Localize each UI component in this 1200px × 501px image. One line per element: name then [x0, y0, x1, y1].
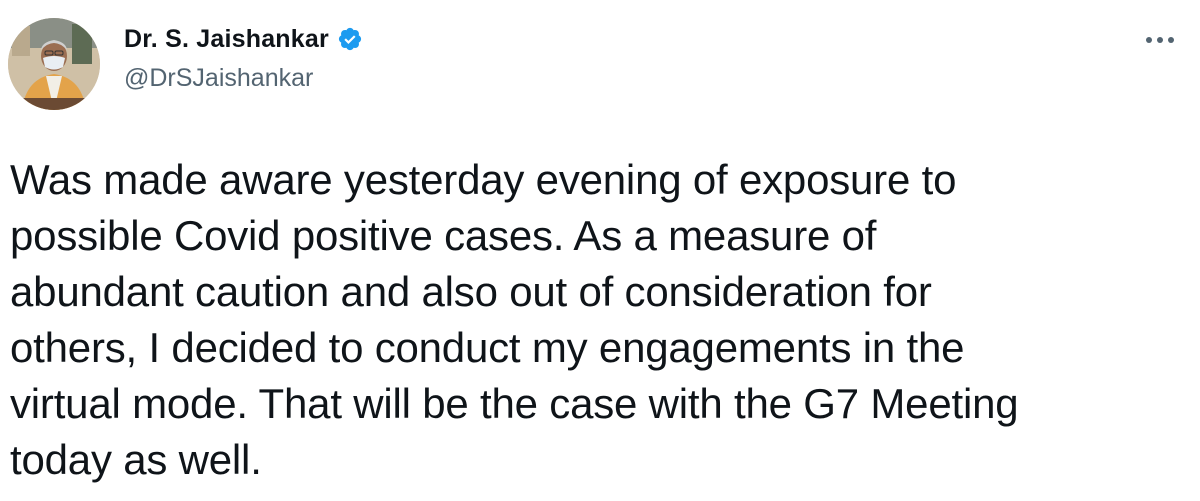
author-handle[interactable]: @DrSJaishankar	[124, 64, 313, 93]
tweet-text: Was made aware yesterday evening of expo…	[10, 156, 1019, 483]
more-options-icon	[1146, 37, 1174, 43]
tweet-card: Dr. S. Jaishankar @DrSJaishankar Was mad…	[0, 0, 1200, 501]
verified-badge-icon	[337, 26, 363, 52]
display-name[interactable]: Dr. S. Jaishankar	[124, 25, 329, 54]
author-name-row: Dr. S. Jaishankar	[124, 22, 363, 56]
avatar[interactable]	[8, 18, 100, 110]
avatar-image	[8, 18, 100, 110]
more-options-button[interactable]	[1138, 26, 1182, 54]
